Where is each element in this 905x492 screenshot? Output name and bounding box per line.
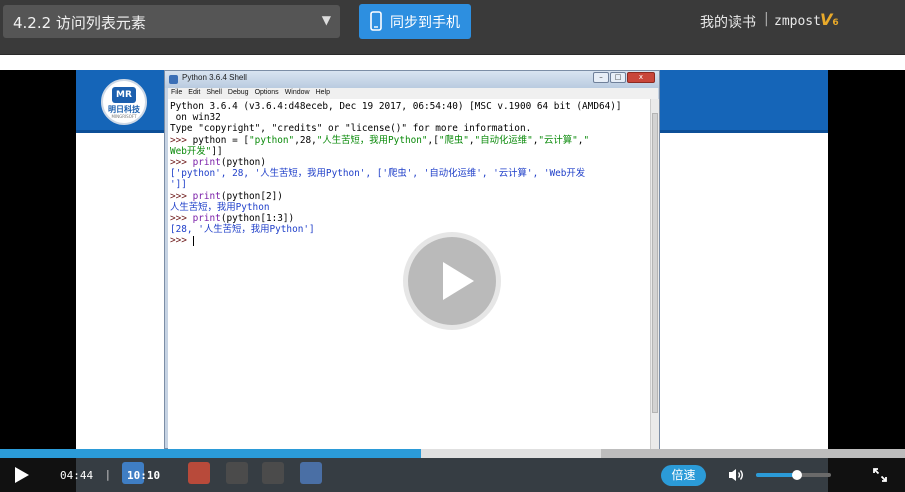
- big-play-button[interactable]: [403, 232, 501, 330]
- taskbar-app-icon: [226, 462, 248, 484]
- vip-badge-icon: V6: [820, 10, 839, 29]
- menu-debug: Debug: [227, 89, 249, 96]
- sync-to-phone-button[interactable]: 同步到手机: [359, 4, 471, 39]
- video-player[interactable]: MR 明日科技 MINGRISOFT Python 3.6.4 Shell – □…: [0, 70, 905, 449]
- control-bar: 04:44 | 10:10 倍速: [0, 458, 905, 492]
- chapter-title: 4.2.2 访问列表元素: [13, 14, 146, 32]
- taskbar-app-icon: [188, 462, 210, 484]
- playback-speed-button[interactable]: 倍速: [661, 465, 706, 486]
- logo-sub: MINGRISOFT: [111, 114, 137, 119]
- shell-title: Python 3.6.4 Shell: [182, 73, 247, 82]
- volume-icon[interactable]: [728, 468, 744, 482]
- taskbar-app-icon: [262, 462, 284, 484]
- caret-down-icon: ▼: [321, 13, 331, 27]
- fullscreen-icon[interactable]: [873, 468, 887, 482]
- vip-level: 6: [832, 18, 839, 28]
- current-time: 04:44: [60, 469, 94, 482]
- top-bar: 4.2.2 访问列表元素 ▼ 同步到手机 我的读书 | zmpost V6: [0, 0, 905, 55]
- shell-titlebar: Python 3.6.4 Shell – □ x: [165, 71, 659, 88]
- progress-bar[interactable]: [0, 449, 905, 458]
- video-top-margin: [0, 55, 905, 70]
- window-buttons: – □ x: [592, 72, 655, 84]
- menu-edit: Edit: [188, 89, 201, 96]
- maximize-icon: □: [610, 72, 626, 83]
- taskbar-python-icon: [300, 462, 322, 484]
- minimize-icon: –: [593, 72, 609, 83]
- total-time: 10:10: [127, 469, 161, 482]
- menu-file: File: [171, 89, 183, 96]
- menu-options: Options: [254, 89, 279, 96]
- logo-mark: MR: [112, 87, 136, 103]
- play-icon: [15, 467, 29, 483]
- my-books-link[interactable]: 我的读书: [700, 12, 756, 32]
- volume-slider[interactable]: [756, 470, 831, 480]
- play-button[interactable]: [15, 467, 31, 483]
- company-logo: MR 明日科技 MINGRISOFT: [101, 79, 147, 125]
- shell-menubar: File Edit Shell Debug Options Window Help: [168, 88, 658, 99]
- username[interactable]: zmpost: [774, 14, 821, 29]
- vip-badge-letter: V: [820, 10, 833, 29]
- menu-shell: Shell: [206, 89, 222, 96]
- sync-to-phone-label: 同步到手机: [390, 15, 460, 31]
- shell-scrollbar: [650, 99, 659, 449]
- close-icon: x: [627, 72, 655, 83]
- divider: |: [764, 11, 769, 27]
- progress-played: [0, 449, 421, 458]
- menu-help: Help: [315, 89, 330, 96]
- play-icon: [443, 262, 474, 300]
- time-divider: |: [106, 468, 110, 481]
- menu-window: Window: [284, 89, 310, 96]
- python-icon: [169, 75, 178, 84]
- phone-icon: [370, 11, 382, 31]
- volume-level: [756, 473, 798, 477]
- chapter-dropdown[interactable]: 4.2.2 访问列表元素 ▼: [3, 5, 340, 38]
